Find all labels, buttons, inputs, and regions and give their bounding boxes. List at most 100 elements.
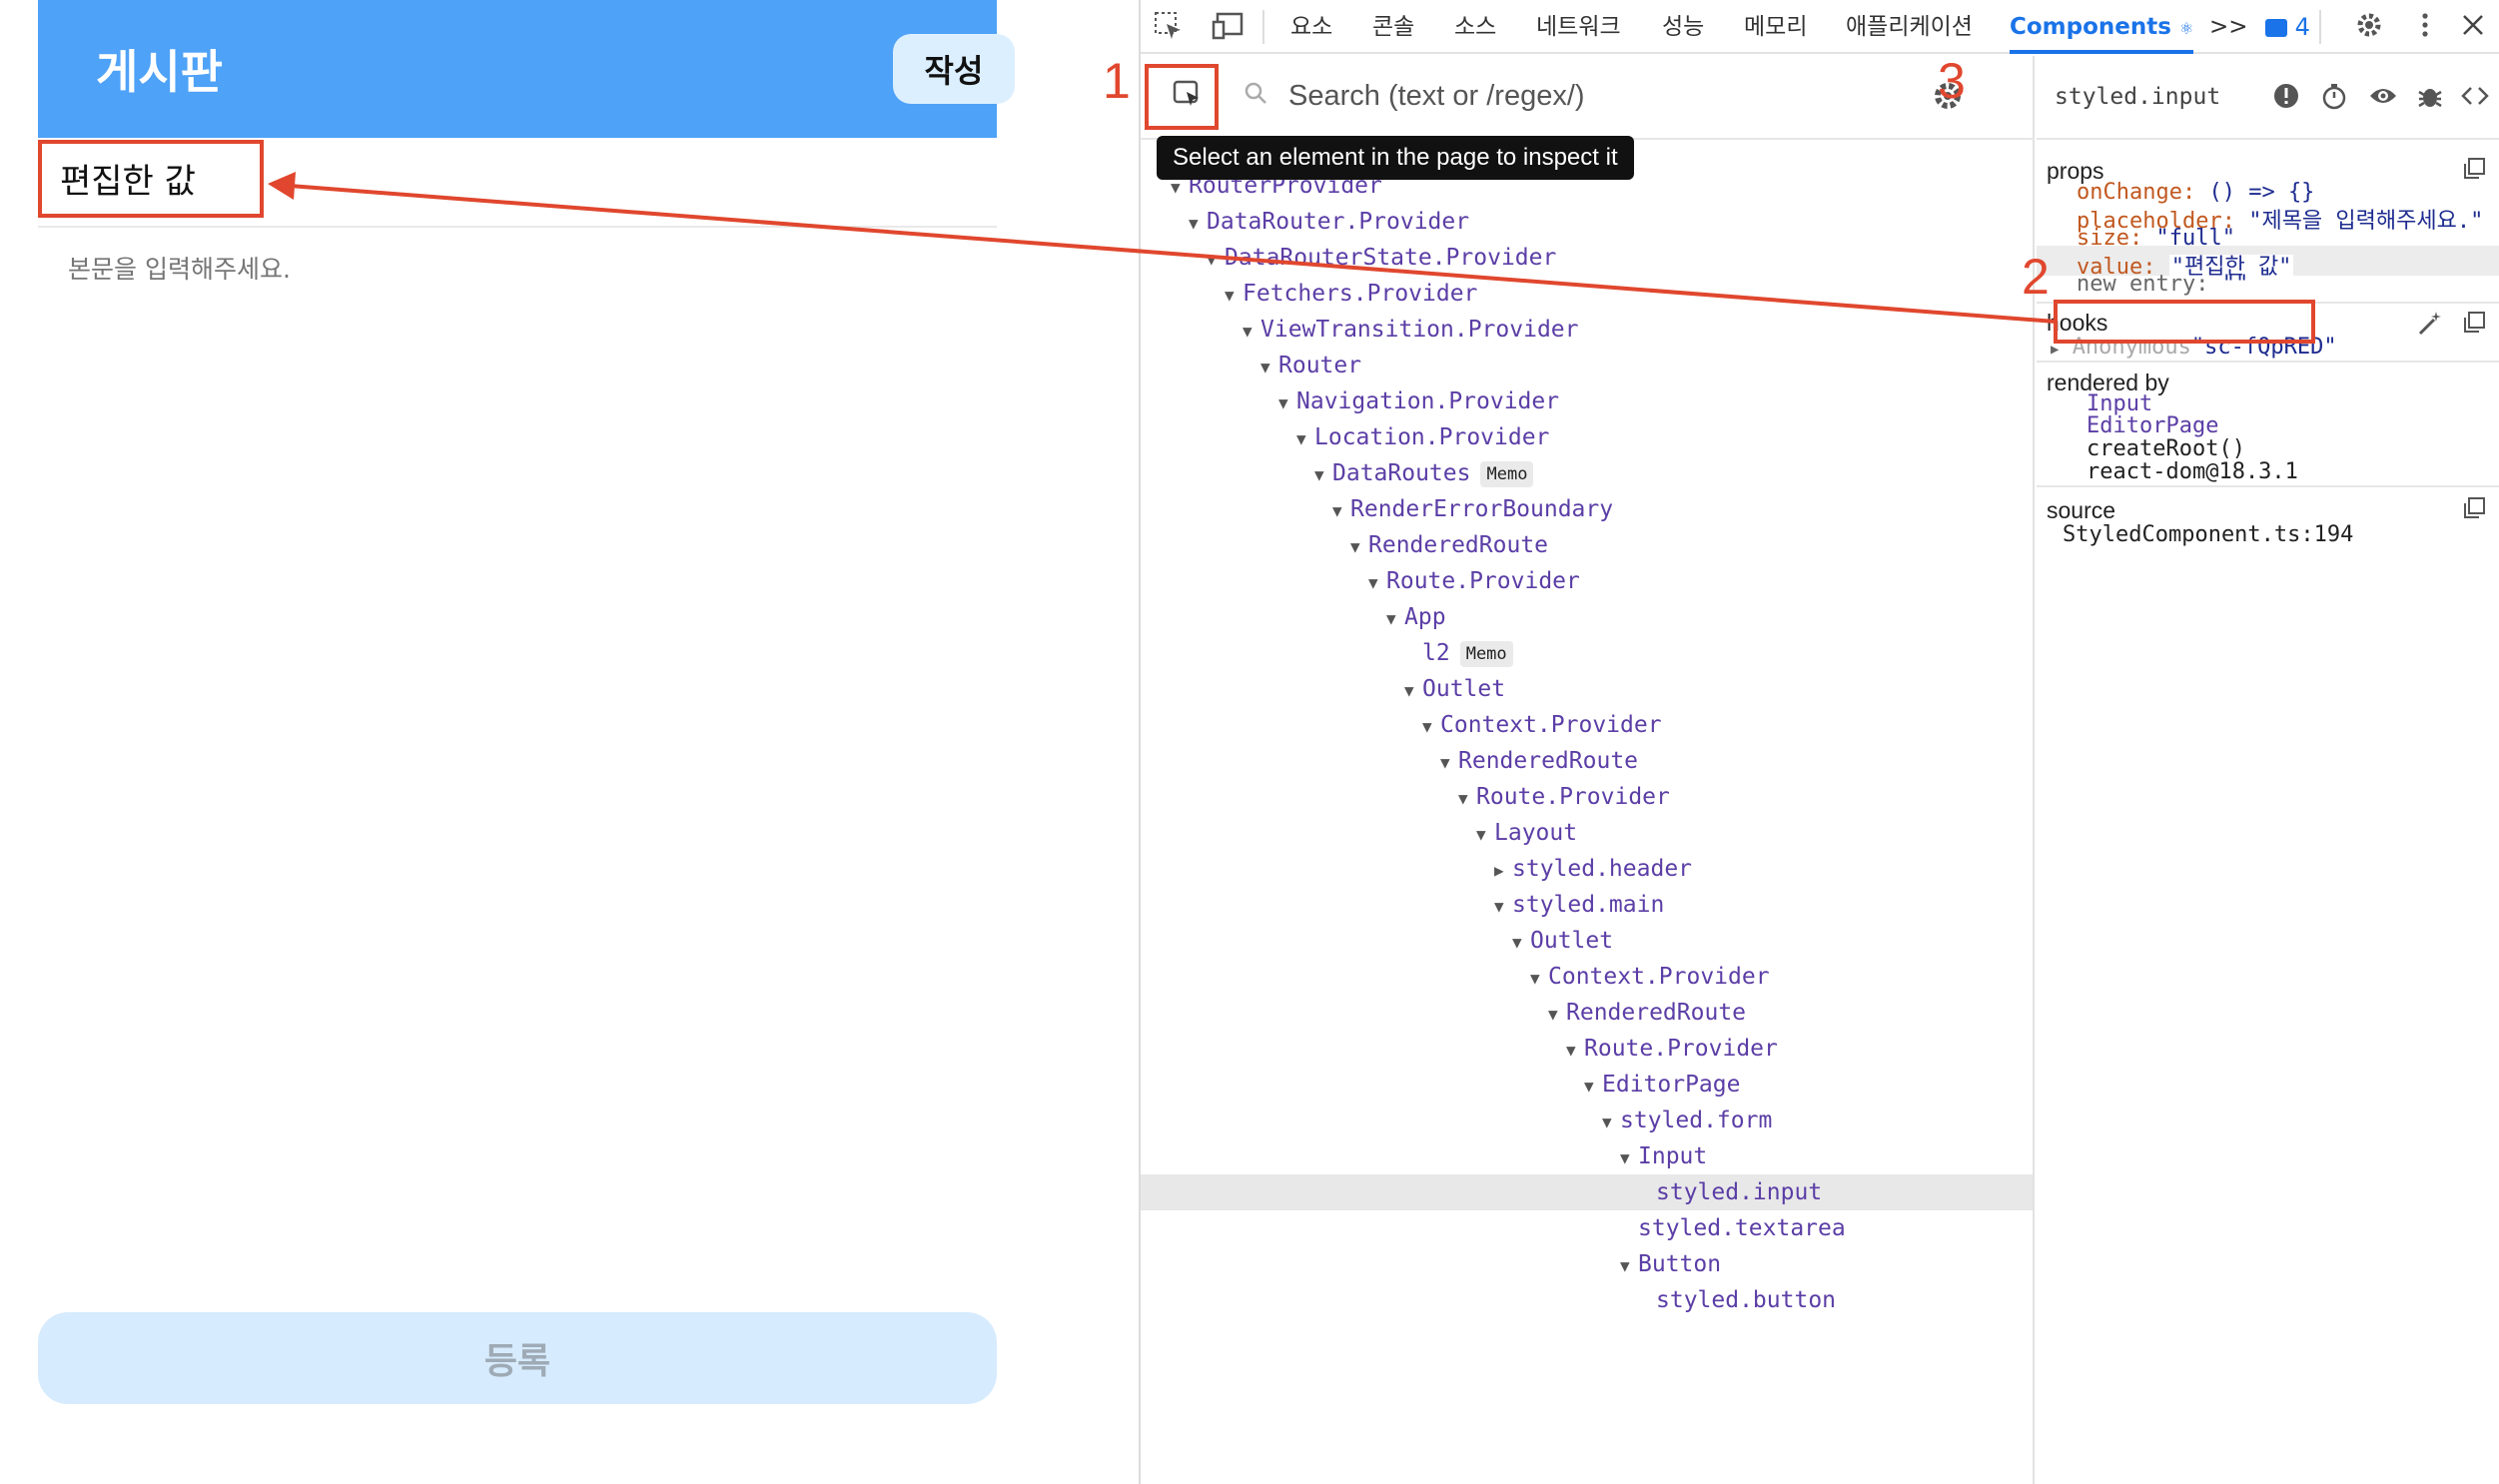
tree-row[interactable]: ▼ Router (1141, 348, 2033, 383)
tab-sources[interactable]: 소스 (1454, 0, 1496, 54)
tree-row[interactable]: l2 Memo (1141, 635, 2033, 671)
tree-row[interactable]: styled.textarea (1141, 1210, 2033, 1246)
collapse-arrow-icon[interactable]: ▼ (1386, 601, 1404, 637)
tree-node-name: styled.button (1656, 1287, 1837, 1313)
collapse-arrow-icon[interactable]: ▼ (1602, 1105, 1620, 1140)
rendered-by-item[interactable]: EditorPage (2086, 413, 2218, 438)
tree-row[interactable]: ▼ ViewTransition.Provider (1141, 312, 2033, 348)
tree-node-name: Route.Provider (1386, 568, 1580, 594)
tab-performance[interactable]: 성능 (1662, 0, 1704, 54)
prop-row-new-entry[interactable]: new entry: "" (2077, 272, 2248, 297)
collapse-arrow-icon[interactable]: ▼ (1422, 709, 1440, 745)
collapse-arrow-icon[interactable]: ▼ (1620, 1140, 1638, 1176)
collapse-arrow-icon[interactable]: ▼ (1350, 529, 1368, 565)
tree-row[interactable]: ▼ Context.Provider (1141, 707, 2033, 743)
collapse-arrow-icon[interactable]: ▼ (1548, 997, 1566, 1033)
close-icon[interactable] (2455, 10, 2491, 46)
stopwatch-icon[interactable] (2320, 82, 2352, 114)
tree-row[interactable]: ▼ Navigation.Provider (1141, 383, 2033, 419)
tree-row[interactable]: ▼ Layout (1141, 815, 2033, 851)
component-search-input[interactable] (1288, 76, 1908, 116)
tree-row[interactable]: ▼ Outlet (1141, 671, 2033, 707)
tab-network[interactable]: 네트워크 (1536, 0, 1621, 54)
copy-hooks-icon[interactable] (2461, 310, 2489, 338)
collapse-arrow-icon[interactable]: ▼ (1476, 817, 1494, 853)
write-button[interactable]: 작성 (893, 34, 1015, 104)
collapse-arrow-icon[interactable]: ▼ (1368, 565, 1386, 601)
tree-row[interactable]: styled.button (1141, 1282, 2033, 1318)
collapse-arrow-icon[interactable]: ▼ (1189, 206, 1207, 242)
device-toolbar-icon[interactable] (1211, 10, 1247, 46)
collapse-arrow-icon[interactable]: ▼ (1296, 421, 1314, 457)
memo-badge: Memo (1459, 640, 1513, 667)
copy-source-icon[interactable] (2461, 495, 2489, 523)
tree-row[interactable]: ▼ Button (1141, 1246, 2033, 1282)
expand-arrow-icon[interactable]: ▶ (1494, 853, 1512, 889)
tree-row[interactable]: ▼ RenderErrorBoundary (1141, 491, 2033, 527)
tab-memory[interactable]: 메모리 (1744, 0, 1807, 54)
tree-row[interactable]: ▼ DataRoutes Memo (1141, 455, 2033, 491)
tab-console[interactable]: 콘솔 (1372, 0, 1414, 54)
tree-row[interactable]: ▼ Route.Provider (1141, 563, 2033, 599)
prop-row-onchange[interactable]: onChange: () => {} (2077, 180, 2314, 205)
tree-row[interactable]: ▼ Input (1141, 1138, 2033, 1174)
tree-row[interactable]: ▼ RenderedRoute (1141, 527, 2033, 563)
submit-button[interactable]: 등록 (38, 1312, 997, 1404)
collapse-arrow-icon[interactable]: ▼ (1225, 278, 1243, 314)
collapse-arrow-icon[interactable]: ▼ (1314, 457, 1332, 493)
collapse-arrow-icon[interactable]: ▼ (1440, 745, 1458, 781)
tree-node-name: styled.form (1620, 1108, 1773, 1133)
tree-row[interactable]: ▼ Route.Provider (1141, 1031, 2033, 1067)
devtools-toolbar: 요소 콘솔 소스 네트워크 성능 메모리 애플리케이션 Components ⚛… (1141, 0, 2499, 54)
tree-row[interactable]: ▼ EditorPage (1141, 1067, 2033, 1103)
collapse-arrow-icon[interactable]: ▼ (1584, 1069, 1602, 1105)
tab-application[interactable]: 애플리케이션 (1846, 0, 1973, 54)
tree-row[interactable]: ▼ Location.Provider (1141, 419, 2033, 455)
tree-row[interactable]: ▼ DataRouter.Provider (1141, 204, 2033, 240)
tree-row[interactable]: ▼ styled.main (1141, 887, 2033, 923)
more-options-icon[interactable] (2407, 10, 2443, 46)
tree-row[interactable]: ▶ styled.header (1141, 851, 2033, 887)
tree-row[interactable]: ▼ App (1141, 599, 2033, 635)
collapse-arrow-icon[interactable]: ▼ (1332, 493, 1350, 529)
tree-row[interactable]: ▼ RenderedRoute (1141, 995, 2033, 1031)
collapse-arrow-icon[interactable]: ▼ (1278, 385, 1296, 421)
body-textarea[interactable] (68, 250, 967, 308)
gear-icon[interactable] (2351, 10, 2387, 46)
collapse-arrow-icon[interactable]: ▼ (1512, 925, 1530, 961)
collapse-arrow-icon[interactable]: ▼ (1620, 1248, 1638, 1284)
bug-icon[interactable] (2416, 82, 2448, 114)
tree-row[interactable]: ▼ Outlet (1141, 923, 2033, 959)
issues-badge[interactable]: 4 (2265, 0, 2310, 54)
collapse-arrow-icon[interactable]: ▼ (1260, 350, 1278, 385)
collapse-arrow-icon[interactable]: ▼ (1530, 961, 1548, 997)
tree-row[interactable]: ▼ RenderedRoute (1141, 743, 2033, 779)
inspect-element-button[interactable] (1163, 70, 1211, 118)
more-tabs-button[interactable]: >> (2209, 0, 2248, 54)
source-location[interactable]: StyledComponent.ts:194 (2063, 522, 2353, 547)
collapse-arrow-icon[interactable]: ▼ (1458, 781, 1476, 817)
tree-row[interactable]: ▼ Fetchers.Provider (1141, 276, 2033, 312)
tab-components[interactable]: Components ⚛ (2010, 0, 2194, 54)
eye-icon[interactable] (2368, 82, 2400, 114)
collapse-arrow-icon[interactable]: ▼ (1243, 314, 1260, 350)
collapse-arrow-icon[interactable]: ▼ (1566, 1033, 1584, 1069)
title-input[interactable] (60, 158, 959, 198)
expand-arrow-icon[interactable]: ▶ (2051, 342, 2059, 358)
tab-elements[interactable]: 요소 (1290, 0, 1332, 54)
element-picker-icon[interactable] (1151, 10, 1187, 46)
tree-row[interactable]: ▼ Context.Provider (1141, 959, 2033, 995)
error-icon[interactable] (2272, 82, 2304, 114)
tree-row[interactable]: ▼ Route.Provider (1141, 779, 2033, 815)
hook-row[interactable]: ▶ Anonymous"sc-fQpRED" (2051, 335, 2337, 360)
copy-props-icon[interactable] (2461, 156, 2489, 184)
collapse-arrow-icon[interactable]: ▼ (1404, 673, 1422, 709)
view-source-icon[interactable] (2460, 82, 2492, 114)
magic-wand-icon[interactable] (2416, 310, 2446, 340)
tree-row[interactable]: ▼ DataRouterState.Provider (1141, 240, 2033, 276)
collapse-arrow-icon[interactable]: ▼ (1494, 889, 1512, 925)
collapse-arrow-icon[interactable]: ▼ (1207, 242, 1225, 278)
tree-row[interactable]: ▼ styled.form (1141, 1103, 2033, 1138)
board-app: 게시판 작성 등록 (0, 0, 1139, 1484)
tree-row[interactable]: styled.input (1141, 1174, 2033, 1210)
